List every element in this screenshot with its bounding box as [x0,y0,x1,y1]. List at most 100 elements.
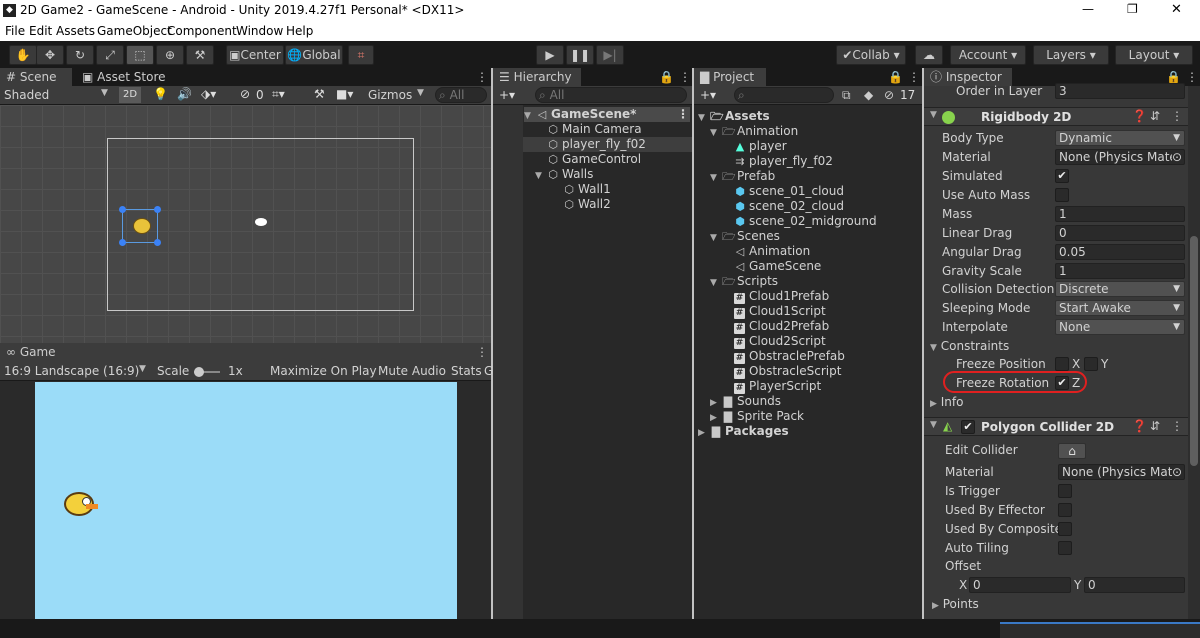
tab-asset-store[interactable]: ▣ Asset Store [76,68,166,86]
auto-tiling-checkbox[interactable] [1058,541,1072,555]
project-asset[interactable]: # Cloud1Prefab [734,289,829,304]
simulated-checkbox[interactable]: ✔ [1055,169,1069,183]
physics-material-field[interactable]: None (Physics Mate ⊙ [1055,149,1185,165]
close-button[interactable]: ✕ [1171,2,1182,17]
scene-root[interactable]: ▼ ◁ GameScene* ⋮ [524,107,690,122]
help-icon[interactable]: ❓ [1132,419,1147,433]
linear-drag-field[interactable]: 0 [1055,225,1185,241]
project-asset[interactable]: # ObstracleScript [734,364,841,379]
scrollbar-thumb[interactable] [1190,236,1198,466]
project-menu-icon[interactable]: ⋮ [908,70,920,84]
custom-tool-icon[interactable]: ⚒ [186,45,214,65]
used-by-effector-checkbox[interactable] [1058,503,1072,517]
tab-scene[interactable]: # Scene [0,68,72,86]
hidden-objects-icon[interactable]: ⊘ [240,87,250,101]
rigidbody-header[interactable]: ▼ Rigidbody 2D ❓ ⇵ ⋮ [924,107,1188,126]
scale-slider[interactable] [194,367,220,377]
account-dropdown[interactable]: Account ▾ [950,45,1026,65]
mute-audio-button[interactable]: Mute Audio [378,364,446,378]
maximize-on-play-button[interactable]: Maximize On Play [270,364,377,378]
menu-file[interactable]: File [5,24,25,38]
lock-icon[interactable]: 🔒 [888,70,903,84]
pivot-center-button[interactable]: ▣Center [226,45,284,65]
game-menu-icon[interactable]: ⋮ [476,345,488,359]
tab-game[interactable]: ∞ Game [0,343,60,361]
layers-dropdown[interactable]: Layers ▾ [1033,45,1109,65]
effects-icon[interactable]: ⬗▾ [201,87,216,101]
component-enabled-checkbox[interactable]: ✔ [961,420,975,434]
sleeping-mode-dropdown[interactable]: Start Awake ▼ [1055,300,1185,316]
mass-field[interactable]: 1 [1055,206,1185,222]
constraints-foldout[interactable]: ▼ Constraints [930,338,1009,356]
menu-component[interactable]: Component [167,24,237,38]
2d-toggle[interactable]: 2D [119,87,141,103]
hierarchy-item[interactable]: ⬡ player_fly_f02 [523,137,692,152]
is-trigger-checkbox[interactable] [1058,484,1072,498]
freeze-position-x-checkbox[interactable] [1055,357,1069,371]
menu-assets[interactable]: Assets [56,24,95,38]
object-picker-icon[interactable]: ⊙ [1171,465,1182,479]
project-folder[interactable]: ▶ ▇ Sprite Pack [710,409,804,424]
offset-y-field[interactable]: 0 [1084,577,1185,593]
hierarchy-item[interactable]: ⬡ Wall1 [563,182,611,197]
play-button[interactable]: ▶ [536,45,564,65]
rotate-tool-icon[interactable]: ↻ [66,45,94,65]
transform-tool-icon[interactable]: ⊕ [156,45,184,65]
project-folder[interactable]: ▼ 🗁Prefab [710,169,775,184]
component-menu-icon[interactable]: ⋮ [1171,419,1183,433]
audio-icon[interactable]: 🔊 [177,87,192,101]
project-asset[interactable]: ⇉ player_fly_f02 [734,154,833,169]
freeze-position-y-checkbox[interactable] [1084,357,1098,371]
offset-x-field[interactable]: 0 [969,577,1071,593]
gizmos-button[interactable]: G [484,364,493,378]
project-asset[interactable]: ⬢ scene_02_cloud [734,199,844,214]
menu-edit[interactable]: Edit [29,24,52,38]
project-asset[interactable]: ◁ Animation [734,244,810,259]
filter-label-icon[interactable]: ◆ [864,88,873,102]
hierarchy-menu-icon[interactable]: ⋮ [679,70,691,84]
hidden-packages-icon[interactable]: ⊘ [884,88,894,102]
lock-icon[interactable]: 🔒 [659,70,674,84]
grid-icon[interactable]: ⌗▾ [272,87,285,102]
rect-tool-icon[interactable]: ⬚ [126,45,154,65]
hierarchy-item[interactable]: ⬡ Main Camera [547,122,641,137]
scene-menu-icon[interactable]: ⋮ [476,70,488,84]
project-folder[interactable]: ▼ 🗁Assets [698,109,770,124]
menu-window[interactable]: Window [236,24,283,38]
help-icon[interactable]: ❓ [1132,109,1147,123]
preset-icon[interactable]: ⇵ [1150,109,1160,123]
pause-button[interactable]: ❚❚ [566,45,594,65]
game-viewport[interactable] [35,382,457,619]
player-sprite[interactable] [119,206,161,246]
hierarchy-search-input[interactable]: ⌕ All [535,87,687,103]
project-asset[interactable]: ⬢ scene_02_midground [734,214,876,229]
component-menu-icon[interactable]: ⋮ [1171,109,1183,123]
project-asset[interactable]: ◁ GameScene [734,259,822,274]
grid-snap-icon[interactable]: ⌗ [348,45,374,65]
project-folder[interactable]: ▼ 🗁Scenes [710,229,780,244]
minimize-button[interactable]: — [1082,2,1094,16]
lighting-icon[interactable]: 💡 [153,87,168,101]
project-asset[interactable]: # Cloud2Script [734,334,826,349]
inspector-menu-icon[interactable]: ⋮ [1186,70,1198,84]
inspector-scrollbar[interactable] [1188,86,1200,619]
order-in-layer-field[interactable]: 3 [1055,83,1185,99]
collab-button[interactable]: ✔Collab ▾ [836,45,906,65]
shading-dropdown[interactable]: Shaded [4,88,49,102]
body-type-dropdown[interactable]: Dynamic ▼ [1055,130,1185,146]
interpolate-dropdown[interactable]: None ▼ [1055,319,1185,335]
project-asset[interactable]: # Cloud2Prefab [734,319,829,334]
stats-button[interactable]: Stats [451,364,482,378]
tab-project[interactable]: ▇ Project [694,68,766,86]
info-foldout[interactable]: ▶ Info [930,394,963,412]
camera-icon[interactable]: ■▾ [336,87,353,101]
gravity-scale-field[interactable]: 1 [1055,263,1185,279]
scale-tool-icon[interactable]: ⤢ [96,45,124,65]
gizmos-dropdown[interactable]: Gizmos [368,88,412,102]
aspect-dropdown[interactable]: 16:9 Landscape (16:9) [4,364,139,378]
scene-menu-icon[interactable]: ⋮ [677,107,689,122]
project-folder[interactable]: ▶ ▇ Packages [698,424,789,439]
create-button[interactable]: +▾ [700,88,716,102]
project-asset[interactable]: ▲ player [734,139,787,154]
project-asset[interactable]: # Cloud1Script [734,304,826,319]
